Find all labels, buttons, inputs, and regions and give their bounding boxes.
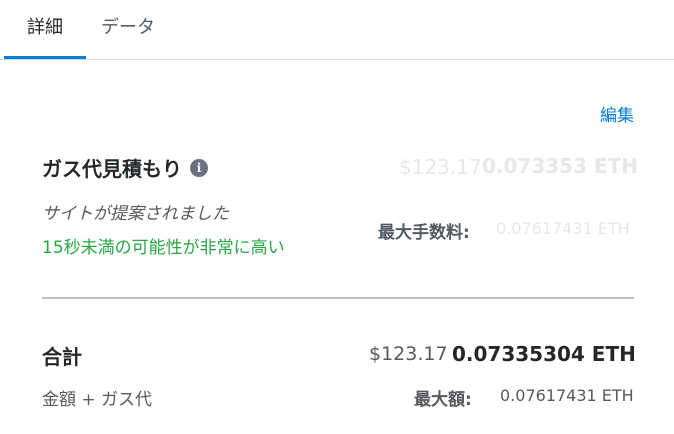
- info-icon[interactable]: i: [190, 158, 208, 177]
- max-amount-value: 0.07617431 ETH: [500, 386, 634, 405]
- gas-estimate-eth: 0.073353 ETH: [482, 154, 639, 178]
- tab-bar: 詳細 データ: [0, 0, 674, 60]
- gas-estimate-heading: ガス代見積もり i: [42, 153, 208, 182]
- amount-plus-gas-label: 金額 + ガス代: [42, 390, 153, 410]
- site-suggested-text: サイトが提案されました: [42, 204, 229, 224]
- max-amount-label: 最大額:: [414, 390, 472, 410]
- likely-time-text: 15秒未満の可能性が非常に高い: [42, 238, 285, 258]
- max-fee-value: 0.07617431 ETH: [496, 219, 630, 238]
- section-divider: [42, 297, 634, 299]
- gas-estimate-title: ガス代見積もり: [42, 157, 182, 181]
- details-panel: 編集 ガス代見積もり i $123.17 0.073353 ETH サイトが提案…: [4, 61, 674, 434]
- tab-details[interactable]: 詳細: [4, 0, 86, 60]
- total-title: 合計: [42, 345, 82, 369]
- max-fee-label: 最大手数料:: [378, 223, 470, 243]
- total-eth: 0.07335304 ETH: [452, 342, 636, 366]
- active-tab-indicator: [4, 56, 86, 59]
- gas-estimate-fiat: $123.17: [399, 155, 482, 179]
- tab-data[interactable]: データ: [86, 0, 170, 60]
- edit-link[interactable]: 編集: [600, 101, 634, 126]
- total-fiat: $123.17: [369, 343, 448, 365]
